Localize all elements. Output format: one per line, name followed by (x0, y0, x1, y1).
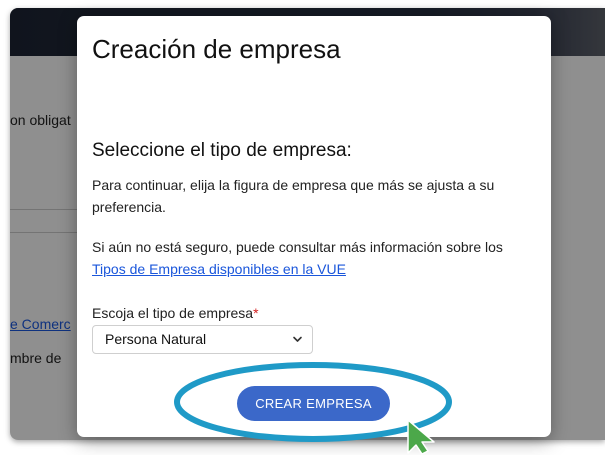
dialog-subtitle: Seleccione el tipo de empresa: (92, 140, 352, 161)
company-type-select[interactable]: Persona Natural (92, 325, 313, 354)
required-mark: * (253, 305, 259, 321)
dialog-title: Creación de empresa (92, 34, 341, 64)
company-type-label-text: Escoja el tipo de empresa (92, 305, 254, 321)
more-info-text: Si aún no está seguro, puede consultar m… (92, 239, 503, 255)
company-types-link[interactable]: Tipos de Empresa disponibles en la VUE (92, 261, 346, 277)
create-company-dialog: Creación de empresa Seleccione el tipo d… (77, 16, 551, 437)
instructions-paragraph: Para continuar, elija la figura de empre… (92, 177, 495, 215)
more-info-paragraph: Si aún no está seguro, puede consultar m… (92, 236, 532, 280)
company-type-selected-value: Persona Natural (105, 331, 207, 347)
create-company-button[interactable]: CREAR EMPRESA (237, 386, 390, 421)
chevron-down-icon (292, 326, 303, 364)
company-type-label: Escoja el tipo de empresa* (92, 305, 259, 321)
